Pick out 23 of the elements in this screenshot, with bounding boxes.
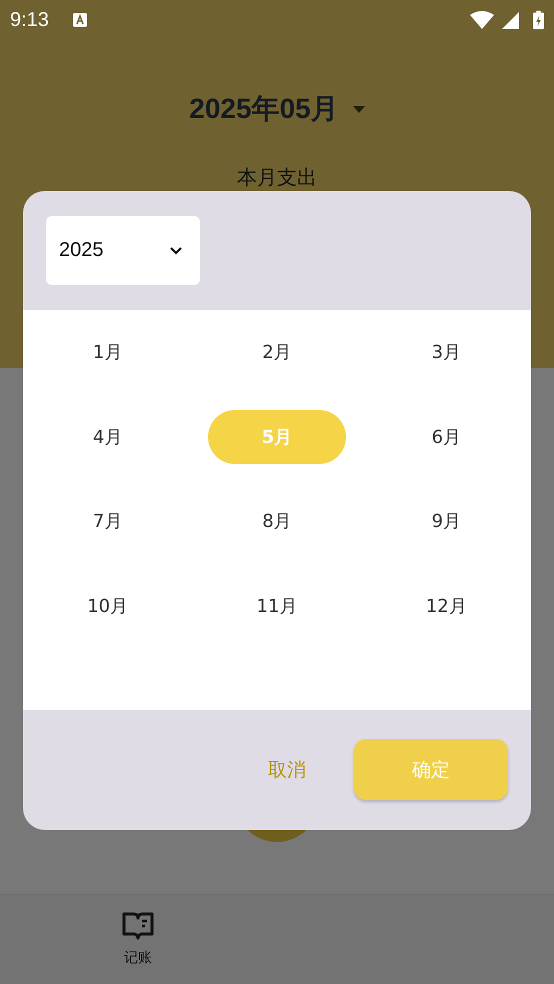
book-icon: [121, 911, 155, 941]
expense-label: 本月支出: [237, 164, 317, 191]
month-option[interactable]: 4月: [38, 410, 177, 464]
dropdown-caret-icon[interactable]: [352, 106, 365, 112]
battery-icon: [533, 10, 544, 30]
month-option[interactable]: 8月: [208, 494, 346, 548]
year-dropdown[interactable]: 2025: [46, 216, 200, 285]
month-option[interactable]: 12月: [377, 578, 516, 633]
status-time: 9:13: [10, 8, 49, 32]
month-option[interactable]: 3月: [377, 325, 516, 380]
month-option[interactable]: 11月: [208, 578, 346, 633]
keyboard-icon: [72, 13, 87, 27]
month-option[interactable]: 7月: [38, 494, 177, 548]
month-option[interactable]: 9月: [377, 494, 516, 548]
month-option[interactable]: 1月: [38, 325, 177, 380]
chevron-down-icon: [170, 246, 182, 254]
signal-icon: [502, 12, 519, 28]
wifi-icon: [470, 11, 494, 29]
month-option[interactable]: 10月: [38, 578, 177, 633]
month-option[interactable]: 2月: [208, 325, 346, 380]
nav-label: 记账: [124, 949, 152, 967]
nav-item[interactable]: 记账: [0, 895, 276, 984]
month-option[interactable]: 6月: [377, 410, 516, 464]
